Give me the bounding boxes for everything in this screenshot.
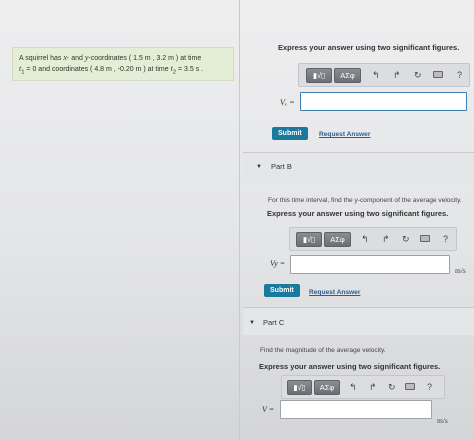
page: A squirrel has x- and y-coordinates ( 1.… bbox=[0, 0, 474, 440]
help-icon[interactable]: ? bbox=[443, 233, 448, 245]
keyboard-icon[interactable] bbox=[405, 383, 415, 390]
part-c-question: Find the magnitude of the average veloci… bbox=[260, 347, 386, 354]
part-b-collapse-icon[interactable]: ▼ bbox=[256, 164, 262, 170]
part-b-answer-input[interactable] bbox=[290, 255, 450, 274]
part-c-collapse-icon[interactable]: ▼ bbox=[249, 320, 255, 326]
problem-statement: A squirrel has x- and y-coordinates ( 1.… bbox=[12, 47, 234, 81]
problem-line-1: A squirrel has x- and y-coordinates ( 1.… bbox=[19, 53, 202, 62]
part-b-answer-label: Vy = bbox=[270, 259, 286, 268]
help-icon[interactable]: ? bbox=[457, 69, 462, 81]
part-b-toolbar: ▮√▯ ΑΣφ ↰ ↱ ↻ ? bbox=[289, 227, 457, 251]
redo-icon[interactable]: ↱ bbox=[393, 69, 401, 81]
redo-icon[interactable]: ↱ bbox=[369, 381, 377, 393]
part-a-toolbar: ▮√▯ ΑΣφ ↰ ↱ ↻ ? bbox=[298, 63, 470, 87]
part-a-answer-label: Vₓ = bbox=[280, 98, 295, 107]
part-a-instruction: Express your answer using two significan… bbox=[278, 43, 460, 52]
templates-button[interactable]: ▮√▯ bbox=[287, 380, 312, 395]
templates-button[interactable]: ▮√▯ bbox=[306, 68, 332, 83]
part-c-toolbar: ▮√▯ ΑΣφ ↰ ↱ ↻ ? bbox=[281, 375, 445, 399]
part-a-answer-input[interactable] bbox=[300, 92, 467, 111]
problem-column: A squirrel has x- and y-coordinates ( 1.… bbox=[0, 0, 240, 440]
keyboard-icon[interactable] bbox=[420, 235, 430, 242]
greek-symbols-button[interactable]: ΑΣφ bbox=[334, 68, 361, 83]
undo-icon[interactable]: ↰ bbox=[361, 233, 369, 245]
help-icon[interactable]: ? bbox=[427, 381, 432, 393]
part-b-instruction: Express your answer using two significan… bbox=[267, 209, 449, 218]
part-c-unit: m/s bbox=[437, 416, 448, 425]
redo-icon[interactable]: ↱ bbox=[382, 233, 390, 245]
part-b-question: For this time interval, find the y-compo… bbox=[268, 197, 462, 204]
reset-icon[interactable]: ↻ bbox=[388, 381, 396, 393]
part-c-answer-label: V = bbox=[262, 405, 275, 414]
greek-symbols-button[interactable]: ΑΣφ bbox=[314, 380, 340, 395]
part-a-request-answer-link[interactable]: Request Answer bbox=[319, 131, 370, 138]
greek-symbols-button[interactable]: ΑΣφ bbox=[324, 232, 351, 247]
part-b-request-answer-link[interactable]: Request Answer bbox=[309, 289, 360, 296]
keyboard-icon[interactable] bbox=[433, 71, 443, 78]
part-b-submit-button[interactable]: Submit bbox=[264, 284, 300, 297]
part-c-title[interactable]: Part C bbox=[263, 318, 284, 327]
reset-icon[interactable]: ↻ bbox=[402, 233, 410, 245]
part-b-unit: m/s bbox=[455, 266, 466, 275]
templates-button[interactable]: ▮√▯ bbox=[296, 232, 322, 247]
part-c-instruction: Express your answer using two significan… bbox=[259, 362, 441, 371]
part-a-submit-button[interactable]: Submit bbox=[272, 127, 308, 140]
reset-icon[interactable]: ↻ bbox=[414, 69, 422, 81]
part-c-answer-input[interactable] bbox=[280, 400, 432, 419]
undo-icon[interactable]: ↰ bbox=[349, 381, 357, 393]
undo-icon[interactable]: ↰ bbox=[372, 69, 380, 81]
part-b-title[interactable]: Part B bbox=[271, 162, 292, 171]
problem-line-2: t1 = 0 and coordinates ( 4.8 m , -0.20 m… bbox=[19, 63, 204, 75]
